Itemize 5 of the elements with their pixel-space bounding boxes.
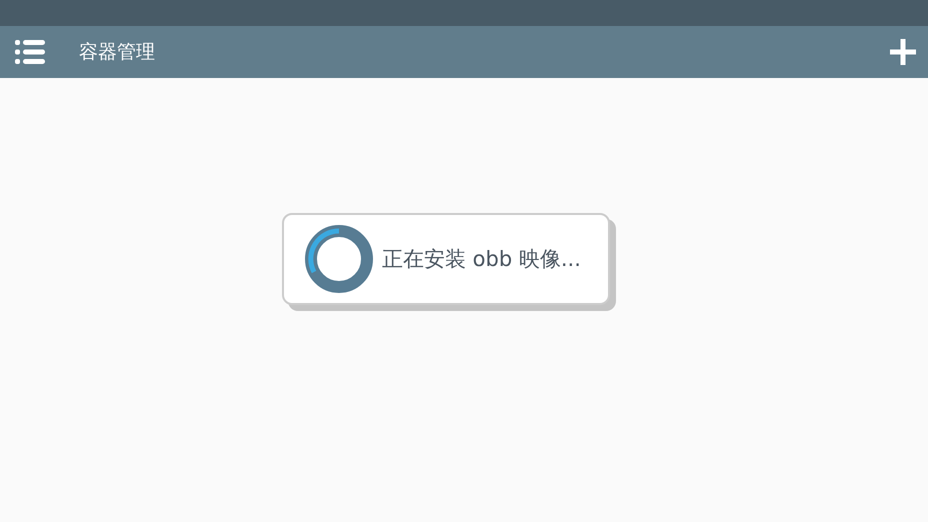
dialog-message: 正在安装 obb 映像...	[382, 246, 581, 273]
add-icon[interactable]	[888, 37, 918, 67]
app-bar-title: 容器管理	[79, 40, 155, 65]
menu-icon[interactable]	[15, 39, 45, 65]
spinner-icon	[304, 224, 374, 294]
